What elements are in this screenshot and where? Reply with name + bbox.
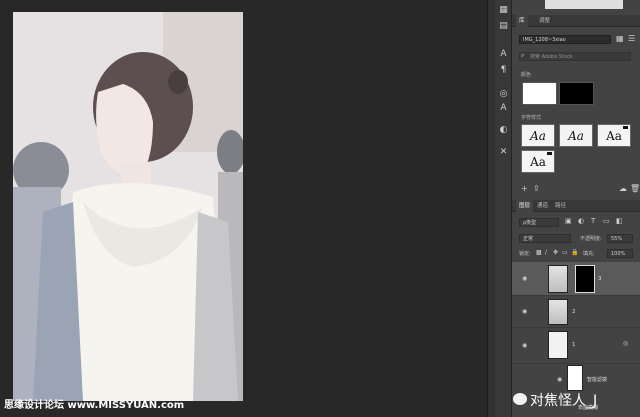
panel-icon-dock: ▦ ▤ A ¶ ◎ A ◐ ✕ [495,0,512,417]
photo-image [13,12,243,401]
layer-name[interactable]: 2 [572,309,576,315]
glyphs-icon[interactable]: ◐ [497,124,510,137]
tab-adjustments[interactable]: 调整 [536,15,553,27]
fill-input[interactable]: 100% [607,249,633,258]
layer-thumbnail [548,331,568,359]
layer-name[interactable]: 3 [598,276,602,282]
watermark-left: 思缘设计论坛 www.MISSYUAN.com [4,400,185,411]
library-dropdown[interactable]: IMG_1208~3xiao [519,35,611,44]
lock-move-icon[interactable]: ✥ [553,249,558,256]
upload-icon[interactable]: ⇪ [533,184,540,193]
lock-label: 锁定: [519,251,531,257]
layers-tab-row: 图层 通道 路径 [512,200,640,212]
lock-all-icon[interactable]: 🔒 [571,249,578,256]
filter-pixel-icon[interactable]: ▣ [565,217,572,225]
color-swatch-white[interactable] [522,82,557,105]
tools-icon[interactable]: ✕ [497,146,510,159]
lock-brush-icon[interactable]: / [545,249,547,256]
char-style-4[interactable]: Aa [521,150,555,173]
character-icon[interactable]: A [497,48,510,61]
library-icon[interactable]: ▤ [497,20,510,33]
char-styles-section-header[interactable]: 字符样式 [521,114,541,121]
layer-thumbnail [548,299,568,325]
lock-artboard-icon[interactable]: ▭ [562,249,568,256]
visibility-eye-icon[interactable]: ◉ [557,376,562,383]
layer-thumbnail [548,265,568,293]
paragraph-icon[interactable]: ¶ [497,64,510,77]
left-panel-strip [487,0,495,417]
colors-section-header[interactable]: 颜色 [521,71,531,78]
filter-type-icon[interactable]: T [591,217,595,225]
smart-filter-mask[interactable] [567,365,583,391]
navigator-preview [545,0,623,9]
opacity-input[interactable]: 55% [607,234,633,243]
layer-name[interactable]: 1 [572,342,576,348]
visibility-eye-icon[interactable]: ◉ [522,275,527,282]
filter-adjust-icon[interactable]: ◐ [578,217,584,225]
tab-library[interactable]: 库 [516,15,528,27]
smart-filter-label[interactable]: 智能滤镜 [587,376,607,383]
char-style-1[interactable]: Aa [521,124,555,147]
library-list-icon[interactable]: ☰ [628,34,635,43]
adjustments-icon[interactable]: ◎ [497,88,510,101]
add-icon[interactable]: + [521,184,528,193]
layer-row-2[interactable] [512,296,640,328]
document-canvas[interactable] [0,0,487,417]
filter-smart-icon[interactable]: ◧ [616,217,623,225]
lock-pixels-icon[interactable]: ▩ [536,249,542,256]
weibo-icon [513,393,527,405]
delete-icon[interactable]: 🗑 [630,184,640,193]
tab-channels[interactable]: 通道 [534,200,551,212]
layer-filter-kind[interactable]: ρ类型 [519,218,559,227]
history-icon[interactable]: ▦ [497,4,510,17]
char-style-3[interactable]: Aa [597,124,631,147]
layer-mask-thumbnail[interactable] [575,265,595,293]
watermark-right: 对焦怪人_J [530,393,598,409]
fill-label: 填充: [583,251,595,257]
filter-shape-icon[interactable]: ▭ [603,217,610,225]
layer-row-1[interactable] [512,328,640,364]
char-style-2[interactable]: Aa [559,124,593,147]
library-grid-icon[interactable]: ▦ [616,34,624,43]
color-swatch-black[interactable] [559,82,594,105]
visibility-eye-icon[interactable]: ◉ [522,342,527,349]
tab-paths[interactable]: 路径 [552,200,569,212]
search-icon: ⌕ [521,52,525,59]
visibility-eye-icon[interactable]: ◉ [522,308,527,315]
tab-layers[interactable]: 图层 [516,200,534,212]
blend-mode-select[interactable]: 正常 [519,234,571,243]
library-tab-row: 库 调整 [512,15,640,27]
opacity-label: 不透明度: [580,236,602,242]
character-style-icon[interactable]: A [497,102,510,115]
smart-object-icon: ◎ [623,340,629,347]
cloud-icon[interactable]: ☁ [619,184,627,193]
library-search-input[interactable]: 搜索 Adobe Stock [519,52,631,61]
